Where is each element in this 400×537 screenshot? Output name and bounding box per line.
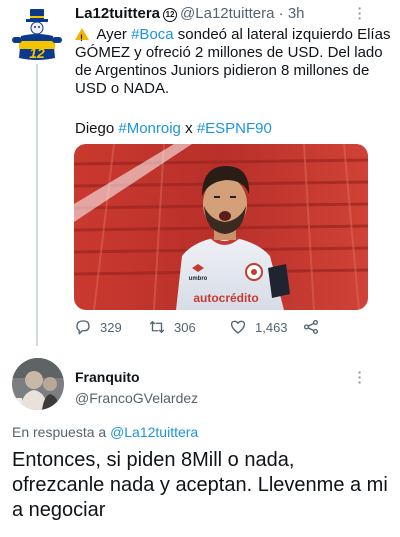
jersey-sponsor-text: autocrédito <box>193 291 258 305</box>
reply-icon <box>76 320 90 335</box>
avatar-franquito[interactable] <box>12 358 64 410</box>
handle[interactable]: @La12tuittera <box>180 5 274 22</box>
umbro-text: umbro <box>189 276 208 282</box>
heart-icon <box>230 320 246 334</box>
display-name[interactable]: Franquito <box>75 369 140 385</box>
separator-dot: · <box>278 5 284 22</box>
hashtag-monroig[interactable]: #Monroig <box>118 120 181 137</box>
tweet-text-part: Ayer <box>93 26 132 43</box>
hashtag-boca[interactable]: #Boca <box>131 26 174 43</box>
reply-button[interactable]: 329 <box>74 318 122 336</box>
tweet-reply[interactable]: Franquito @FrancoGVelardez · · · En respue… <box>0 344 400 537</box>
reply-count: 329 <box>100 319 122 335</box>
tweet-text: Ayer #Boca sondeó al lateral izquierdo E… <box>75 26 393 98</box>
avatar-la12tuittera[interactable]: 12 <box>9 6 65 62</box>
retweet-icon <box>149 320 165 334</box>
tweet-actions: 329 306 1,463 <box>74 318 368 338</box>
credit-prefix: Diego <box>75 120 119 137</box>
svg-text:12: 12 <box>29 45 45 61</box>
reply-to-mention[interactable]: @La12tuittera <box>110 424 198 440</box>
share-icon <box>303 319 319 335</box>
tweet-text: Entonces, si piden 8Mill o nada, ofrezca… <box>12 449 388 521</box>
reply-context: En respuesta a @La12tuittera <box>12 424 198 440</box>
retweet-count: 306 <box>174 319 196 335</box>
more-options-icon[interactable]: · · · <box>356 1 364 25</box>
like-button[interactable]: 1,463 <box>229 318 288 336</box>
like-count: 1,463 <box>255 319 288 335</box>
more-options-icon[interactable]: · · · <box>356 365 364 389</box>
badge-icon: 12 <box>163 8 178 22</box>
reply-prefix: En respuesta a <box>12 424 111 440</box>
timeline: 12 La12tuittera 12 @La12tuittera · 3h · · · … <box>0 0 400 537</box>
photo-credit: Diego #Monroig x #ESPNF90 <box>75 120 272 137</box>
timestamp[interactable]: 3h <box>288 5 305 22</box>
warning-icon <box>75 28 89 47</box>
share-button[interactable] <box>302 318 328 336</box>
display-name[interactable]: La12tuittera <box>75 5 160 22</box>
credit-separator: x <box>180 120 197 137</box>
tweet-main[interactable]: 12 La12tuittera 12 @La12tuittera · 3h · · · … <box>0 0 400 346</box>
tweet-photo[interactable]: umbro autocrédito <box>74 144 368 310</box>
hashtag-espnf90[interactable]: #ESPNF90 <box>197 120 272 137</box>
retweet-button[interactable]: 306 <box>148 318 196 336</box>
tweet-header: La12tuittera 12 @La12tuittera · 3h <box>75 5 305 22</box>
thread-line <box>36 64 38 346</box>
handle[interactable]: @FrancoGVelardez <box>75 390 198 406</box>
